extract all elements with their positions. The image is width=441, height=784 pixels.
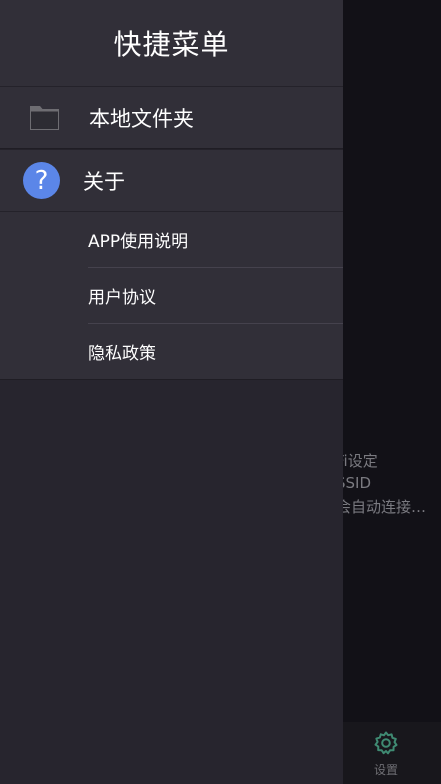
about-label: 关于	[83, 169, 125, 194]
app-usage-guide-item[interactable]: APP使用说明	[88, 212, 343, 268]
about-item[interactable]: ? 关于	[0, 149, 343, 211]
folder-icon	[29, 104, 60, 131]
local-folder-item[interactable]: 本地文件夹	[0, 86, 343, 149]
auto-connect-text: 会自动连接…	[336, 498, 427, 516]
user-agreement-item[interactable]: 用户协议	[88, 268, 343, 324]
help-icon: ?	[23, 162, 60, 199]
drawer-header: 快捷菜单	[0, 0, 343, 86]
local-folder-label: 本地文件夹	[89, 106, 194, 131]
privacy-policy-item[interactable]: 隐私政策	[88, 324, 343, 379]
drawer-title: 快捷菜单	[113, 28, 230, 61]
gear-icon	[373, 730, 399, 756]
about-submenu: APP使用说明 用户协议 隐私政策	[0, 211, 343, 380]
settings-tab[interactable]: 设置	[360, 722, 412, 778]
settings-tab-label: 设置	[373, 763, 398, 777]
navigation-drawer: 快捷菜单 本地文件夹 ? 关于 APP使用说明 用户协议 隐私政策	[0, 0, 343, 784]
